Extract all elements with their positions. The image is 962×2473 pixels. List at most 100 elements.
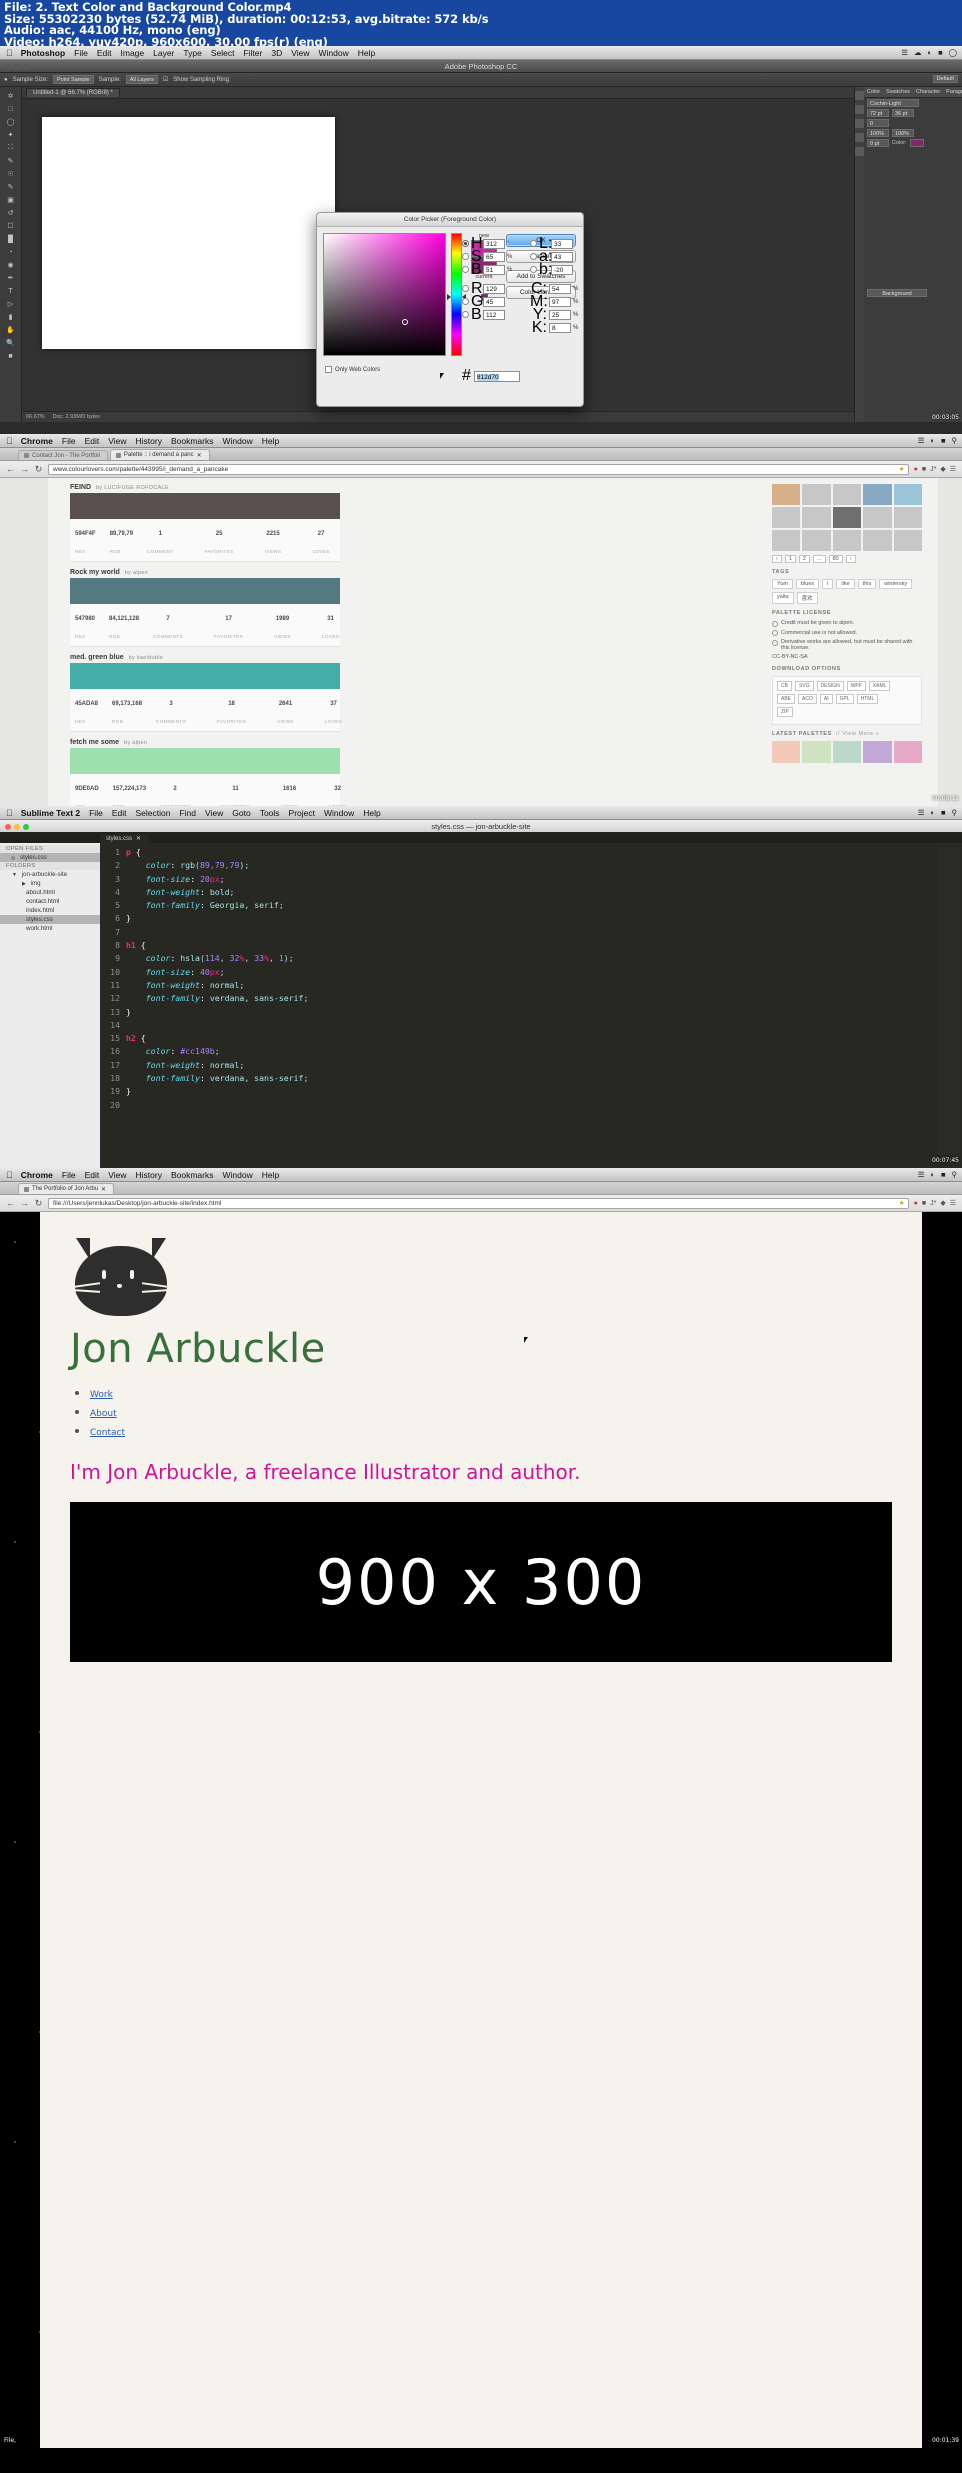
menu-selection[interactable]: Selection — [135, 808, 170, 818]
menu-select[interactable]: Select — [211, 48, 235, 58]
battery-icon[interactable]: ■ — [938, 48, 943, 57]
saturation-radio[interactable] — [462, 253, 469, 260]
js-extension-icon[interactable]: J* — [930, 466, 936, 473]
thumbnail[interactable] — [863, 507, 892, 528]
close-icon[interactable]: ✕ — [197, 452, 202, 459]
styles-panel-icon[interactable] — [855, 119, 864, 128]
license-name[interactable]: CC-BY-NC-SA — [772, 654, 922, 660]
file-about-html[interactable]: about.html — [0, 888, 100, 897]
chevron-down-icon[interactable]: ▼ — [12, 872, 17, 878]
pinterest-icon[interactable]: ● — [914, 466, 918, 473]
menu-find[interactable]: Find — [179, 808, 196, 818]
move-tool-icon[interactable]: ✡ — [4, 90, 17, 102]
wifi-icon[interactable]: ◐ — [930, 436, 935, 445]
palette-color-band[interactable] — [70, 578, 340, 604]
thumbnail[interactable] — [802, 507, 831, 528]
zoom-button[interactable] — [23, 63, 29, 70]
thumbnail[interactable] — [832, 484, 862, 505]
thumbnail[interactable] — [832, 530, 862, 551]
reload-icon[interactable]: ↻ — [34, 464, 43, 475]
menu-3d[interactable]: 3D — [271, 48, 282, 58]
code-line[interactable]: 11 font-weight: normal; — [100, 979, 962, 992]
gradient-tool-icon[interactable]: █ — [4, 233, 17, 245]
tag-item[interactable]: blues — [796, 579, 820, 589]
hsb-rgb-fields[interactable]: H: 312 ° S: 65 % B: 51 % R: 129 G: 45 B:… — [462, 235, 514, 323]
path-select-tool-icon[interactable]: ▷ — [4, 298, 17, 310]
color-field-marker[interactable] — [402, 319, 408, 325]
lastpass-icon[interactable]: ◆ — [940, 465, 945, 473]
page-80[interactable]: 80 — [828, 555, 843, 563]
lab-l-row[interactable]: L: 33 — [530, 235, 580, 252]
nav-item[interactable]: About — [90, 1403, 896, 1421]
color-picker-dialog[interactable]: Color Picker (Foreground Color) new curr… — [316, 212, 584, 407]
editor-tab-styles-css[interactable]: styles.css ✕ — [100, 834, 150, 843]
pen-tool-icon[interactable]: ✒ — [4, 272, 17, 284]
show-sampling-ring-checkbox[interactable]: ☑ — [163, 76, 168, 83]
menu-bookmarks[interactable]: Bookmarks — [171, 436, 214, 446]
code-line[interactable]: 9 color: hsla(114, 32%, 33%, 1); — [100, 952, 962, 965]
only-web-colors-row[interactable]: Only Web Colors — [325, 366, 380, 373]
thumbnail[interactable] — [802, 484, 831, 505]
hue-slider-handle-left[interactable] — [447, 294, 451, 300]
thumbnail[interactable] — [863, 530, 892, 551]
photoshop-artboard[interactable] — [42, 117, 335, 349]
tag-item[interactable]: wintersky — [879, 579, 913, 589]
menu-icon[interactable]: ☰ — [950, 465, 956, 473]
menubar-extras-icon[interactable]: ☰ — [918, 808, 925, 817]
tag-item[interactable]: 喜欢 — [796, 592, 818, 604]
apple-logo-icon[interactable]:  — [6, 808, 13, 818]
tab-swatches[interactable]: Swatches — [886, 89, 910, 95]
page-2[interactable]: 2 — [798, 555, 810, 563]
code-line[interactable]: 8 h1 { — [100, 939, 962, 952]
hex-input[interactable]: 812d70 — [473, 370, 520, 382]
menu-bookmarks[interactable]: Bookmarks — [171, 1170, 214, 1180]
page-next[interactable]: › — [845, 555, 856, 563]
tab-color[interactable]: Color — [867, 89, 880, 95]
brush-tool-icon[interactable]: ✎ — [4, 181, 17, 193]
code-line[interactable]: 17 font-weight: normal; — [100, 1059, 962, 1072]
menu-window[interactable]: Window — [222, 1170, 252, 1180]
view-more-link[interactable]: // View More » — [836, 731, 879, 737]
menubar-extras-icon[interactable]: ☰ — [918, 1170, 925, 1179]
history-brush-tool-icon[interactable]: ↺ — [4, 207, 17, 219]
tab-palette-pancake[interactable]: Palette :: i demand a panc ✕ — [109, 449, 210, 460]
latest-swatch[interactable] — [802, 741, 831, 763]
menu-edit[interactable]: Edit — [85, 436, 100, 446]
type-tool-icon[interactable]: T — [4, 285, 17, 297]
menu-window[interactable]: Window — [319, 48, 349, 58]
latest-swatch[interactable] — [893, 741, 923, 763]
menu-tools[interactable]: Tools — [260, 808, 280, 818]
menu-goto[interactable]: Goto — [232, 808, 250, 818]
magenta-input[interactable]: 97 — [549, 296, 571, 307]
scale-row[interactable]: 100% 100% — [864, 128, 962, 138]
font-size-leading-row[interactable]: 72 pt 36 pt — [864, 108, 962, 118]
menu-history[interactable]: History — [136, 1170, 162, 1180]
color-panel-icon[interactable] — [855, 91, 864, 100]
menu-history[interactable]: History — [136, 436, 162, 446]
extension-icon[interactable]: ■ — [922, 466, 926, 473]
tag-item[interactable]: yalta — [772, 592, 794, 604]
tracking-row[interactable]: 0 — [864, 118, 962, 128]
menu-chrome[interactable]: Chrome — [21, 1170, 53, 1180]
chrome-tabstrip-2[interactable]: The Portfolio of Jon Arbu ✕ — [0, 1182, 962, 1195]
thumbnail[interactable] — [802, 530, 831, 551]
font-size-field[interactable]: 72 pt — [867, 109, 889, 117]
apple-logo-icon[interactable]:  — [6, 48, 13, 58]
tag-list[interactable]: Yum blues i like this wintersky yalta 喜欢 — [772, 579, 922, 604]
battery-icon[interactable]: ■ — [941, 436, 946, 445]
close-icon[interactable]: ✕ — [101, 1186, 106, 1193]
panel-tabs-color-group[interactable]: Color Swatches Character Paragraph — [864, 87, 962, 98]
sublime-editor[interactable]: 1p {2 color: rgb(89,79,79); 3 font-size: … — [100, 843, 962, 1168]
page-prev[interactable]: ‹ — [772, 555, 782, 563]
leading-field[interactable]: 36 pt — [892, 109, 914, 117]
hue-input[interactable]: 312 — [483, 238, 505, 249]
eyedropper-tool-icon[interactable]: ✎ — [4, 155, 17, 167]
palette-item[interactable]: fetch me some by alpen 9DE0ADHEX 157,224… — [70, 739, 346, 806]
hue-slider[interactable] — [447, 233, 466, 356]
lover-thumbnails[interactable] — [772, 484, 922, 551]
layers-panel-icon[interactable] — [855, 147, 864, 156]
color-field-gradient[interactable] — [323, 233, 446, 356]
menu-help[interactable]: Help — [262, 1170, 279, 1180]
photoshop-document-tabbar[interactable]: Untitled-1 @ 66.7% (RGB/8) * — [22, 87, 854, 99]
palette-item[interactable]: FEIND by LUCIFUGE ROFOCALE 594F4F HEX 89,… — [70, 484, 340, 562]
